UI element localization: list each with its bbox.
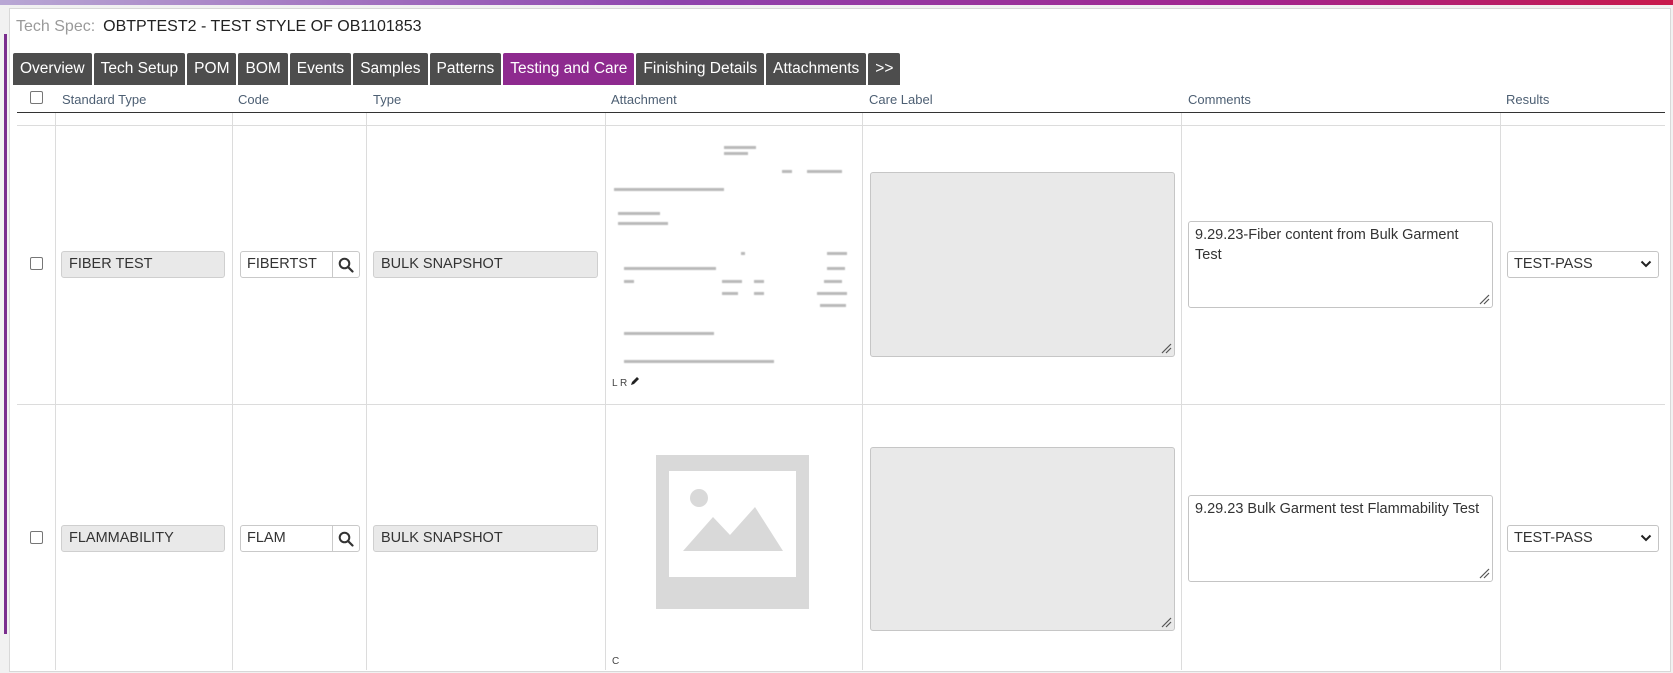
tab-more[interactable]: >> (868, 53, 901, 85)
comments-field[interactable]: 9.29.23 Bulk Garment test Flammability T… (1188, 495, 1493, 582)
column-header-code[interactable]: Code (238, 92, 269, 107)
image-placeholder-icon[interactable] (656, 455, 809, 609)
column-divider (55, 113, 56, 670)
tab-bar: Overview Tech Setup POM BOM Events Sampl… (13, 53, 902, 85)
left-accent-bar (4, 34, 7, 634)
code-value: FLAM (247, 530, 286, 546)
column-header-type[interactable]: Type (373, 92, 401, 107)
row-divider (17, 125, 1665, 126)
select-all-checkbox[interactable] (30, 91, 43, 104)
tab-events[interactable]: Events (289, 53, 352, 85)
tab-patterns[interactable]: Patterns (429, 53, 502, 85)
row-checkbox[interactable] (30, 531, 43, 544)
results-value: TEST-PASS (1514, 530, 1593, 546)
column-header-standard-type[interactable]: Standard Type (62, 92, 146, 107)
resize-grip-icon[interactable] (1478, 293, 1490, 305)
tab-bom[interactable]: BOM (238, 53, 288, 85)
top-accent-bar (0, 0, 1673, 5)
column-divider (605, 113, 606, 670)
standard-type-field: FLAMMABILITY (61, 525, 225, 552)
type-field: BULK SNAPSHOT (373, 525, 598, 552)
page-title-value: OBTPTEST2 - TEST STYLE OF OB1101853 (103, 18, 422, 35)
column-divider (366, 113, 367, 670)
column-divider (1500, 113, 1501, 670)
chevron-down-icon (1640, 260, 1652, 268)
tab-testing-and-care[interactable]: Testing and Care (503, 53, 635, 85)
page-title-label: Tech Spec: (16, 18, 96, 35)
attachment-caption: L R (612, 376, 640, 389)
row-checkbox[interactable] (30, 257, 43, 270)
column-header-comments[interactable]: Comments (1188, 92, 1251, 107)
tab-overview[interactable]: Overview (13, 53, 92, 85)
code-field[interactable]: FLAM (240, 525, 360, 552)
attachment-caption: C (612, 656, 620, 667)
column-divider (862, 113, 863, 670)
search-icon[interactable] (332, 526, 359, 551)
comments-field[interactable]: 9.29.23-Fiber content from Bulk Garment … (1188, 221, 1493, 308)
column-header-results[interactable]: Results (1506, 92, 1549, 107)
tab-pom[interactable]: POM (187, 53, 237, 85)
tab-samples[interactable]: Samples (353, 53, 428, 85)
resize-grip-icon[interactable] (1160, 616, 1172, 628)
resize-grip-icon[interactable] (1160, 342, 1172, 354)
care-label-field[interactable] (870, 172, 1175, 357)
code-field[interactable]: FIBERTST (240, 251, 360, 278)
results-value: TEST-PASS (1514, 256, 1593, 272)
resize-grip-icon[interactable] (1478, 567, 1490, 579)
row-divider (17, 404, 1665, 405)
column-header-care-label[interactable]: Care Label (869, 92, 933, 107)
code-value: FIBERTST (247, 256, 317, 272)
tab-tech-setup[interactable]: Tech Setup (93, 53, 186, 85)
page-title: Tech Spec: OBTPTEST2 - TEST STYLE OF OB11… (16, 18, 422, 36)
column-header-attachment[interactable]: Attachment (611, 92, 677, 107)
attachment-thumbnail[interactable] (612, 132, 852, 372)
tab-finishing-details[interactable]: Finishing Details (636, 53, 765, 85)
column-divider (1181, 113, 1182, 670)
search-icon[interactable] (332, 252, 359, 277)
chevron-down-icon (1640, 534, 1652, 542)
results-select[interactable]: TEST-PASS (1507, 525, 1659, 552)
standard-type-field: FIBER TEST (61, 251, 225, 278)
tab-attachments[interactable]: Attachments (766, 53, 867, 85)
table-header-divider (17, 112, 1665, 113)
pencil-icon[interactable] (630, 376, 640, 386)
column-divider (232, 113, 233, 670)
care-label-field[interactable] (870, 447, 1175, 631)
type-field: BULK SNAPSHOT (373, 251, 598, 278)
results-select[interactable]: TEST-PASS (1507, 251, 1659, 278)
